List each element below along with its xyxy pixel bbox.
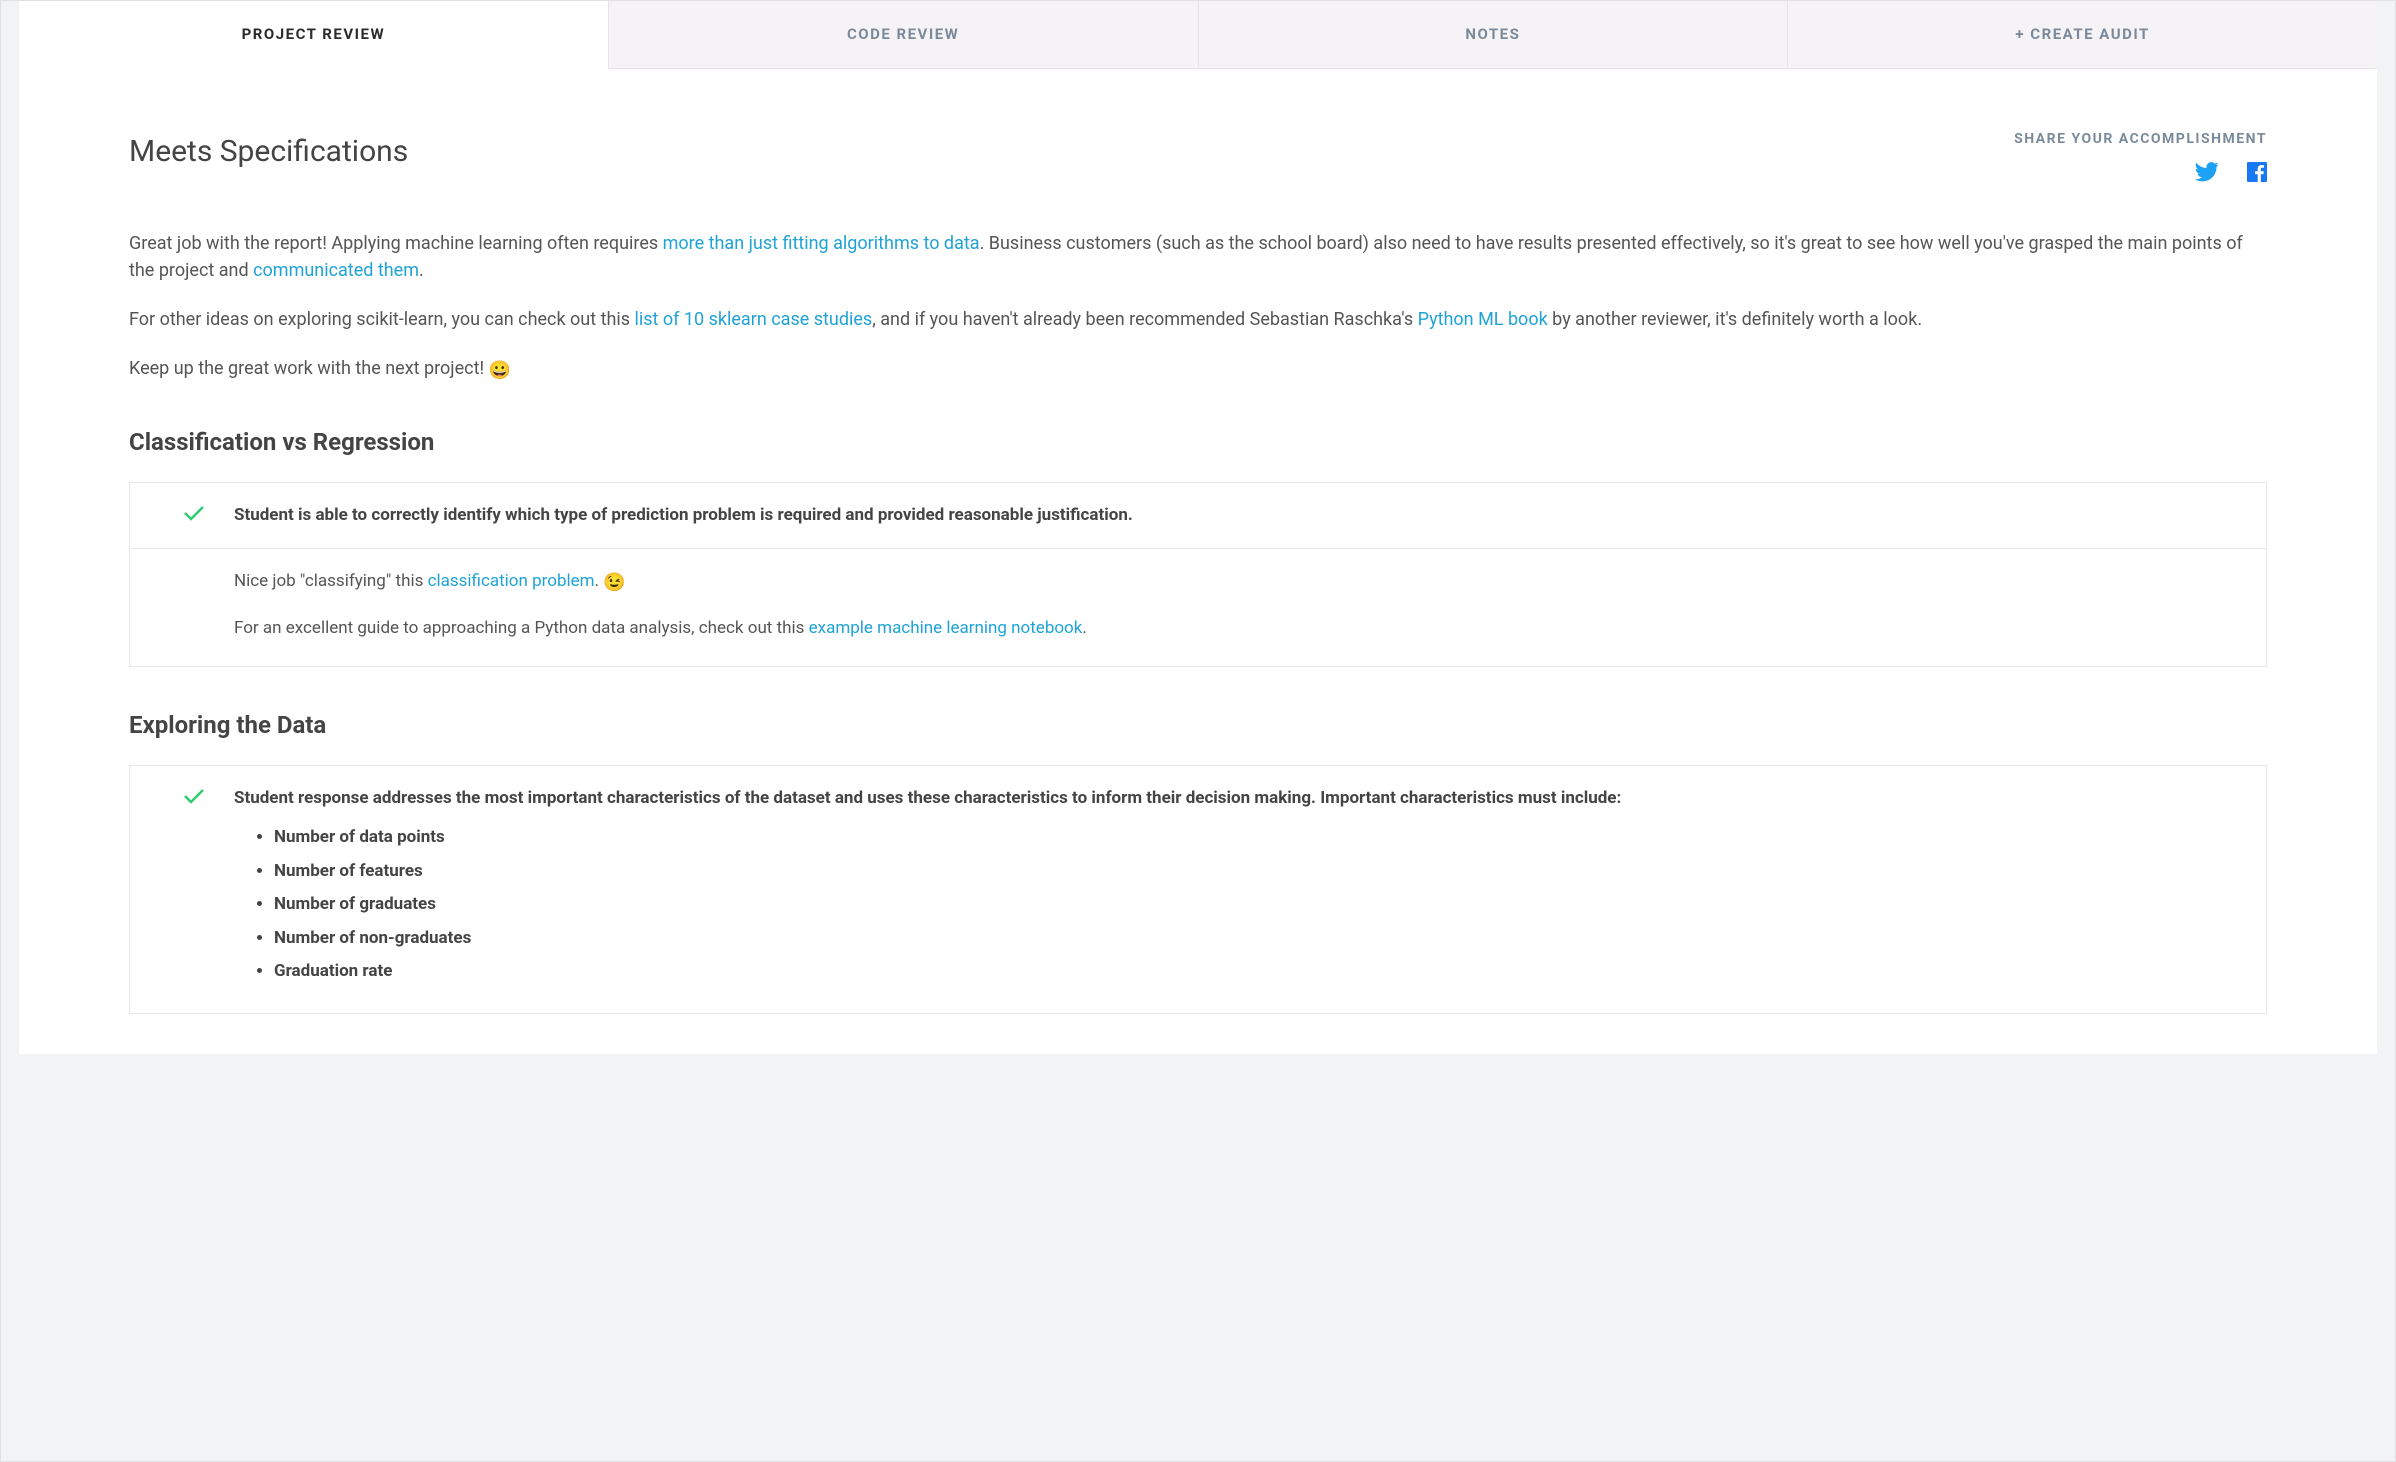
tab-code-review[interactable]: CODE REVIEW bbox=[609, 1, 1199, 68]
share-label: SHARE YOUR ACCOMPLISHMENT bbox=[2014, 129, 2267, 150]
checkmark-icon bbox=[154, 786, 234, 993]
wink-emoji-icon: 😉 bbox=[603, 572, 625, 593]
criteria-body-classification: Nice job "classifying" this classificati… bbox=[130, 549, 2266, 666]
criteria-bullet-list: Number of data points Number of features… bbox=[274, 825, 2242, 985]
tab-create-audit[interactable]: + CREATE AUDIT bbox=[1788, 1, 2377, 68]
link-more-than-fitting[interactable]: more than just fitting algorithms to dat… bbox=[663, 233, 980, 254]
facebook-icon[interactable] bbox=[2247, 162, 2267, 190]
twitter-icon[interactable] bbox=[2195, 162, 2219, 190]
share-box: SHARE YOUR ACCOMPLISHMENT bbox=[2014, 129, 2267, 190]
link-sklearn-case-studies[interactable]: list of 10 sklearn case studies bbox=[635, 309, 873, 330]
link-communicated-them[interactable]: communicated them bbox=[253, 260, 419, 281]
bullet-non-graduates: Number of non-graduates bbox=[274, 926, 2242, 952]
content: Meets Specifications SHARE YOUR ACCOMPLI… bbox=[19, 69, 2377, 1054]
section-heading-exploring: Exploring the Data bbox=[129, 707, 2267, 743]
section-heading-classification: Classification vs Regression bbox=[129, 424, 2267, 460]
criteria-box-classification: Student is able to correctly identify wh… bbox=[129, 482, 2267, 667]
link-classification-problem[interactable]: classification problem bbox=[428, 571, 595, 591]
bullet-features: Number of features bbox=[274, 859, 2242, 885]
page-title: Meets Specifications bbox=[129, 129, 408, 174]
smile-emoji-icon: 😀 bbox=[489, 360, 511, 381]
intro-paragraph-1: Great job with the report! Applying mach… bbox=[129, 230, 2267, 284]
tab-project-review[interactable]: PROJECT REVIEW bbox=[19, 1, 609, 69]
tab-notes[interactable]: NOTES bbox=[1199, 1, 1789, 68]
criteria-text-classification: Student is able to correctly identify wh… bbox=[234, 503, 2242, 529]
intro-text: Great job with the report! Applying mach… bbox=[129, 230, 2267, 384]
criteria-box-exploring: Student response addresses the most impo… bbox=[129, 765, 2267, 1014]
checkmark-icon bbox=[154, 503, 234, 529]
intro-paragraph-2: For other ideas on exploring scikit-lear… bbox=[129, 306, 2267, 333]
link-python-ml-book[interactable]: Python ML book bbox=[1418, 309, 1548, 330]
bullet-graduates: Number of graduates bbox=[274, 892, 2242, 918]
link-example-ml-notebook[interactable]: example machine learning notebook bbox=[809, 618, 1083, 638]
intro-paragraph-3: Keep up the great work with the next pro… bbox=[129, 355, 2267, 384]
tab-bar: PROJECT REVIEW CODE REVIEW NOTES + CREAT… bbox=[19, 1, 2377, 69]
bullet-graduation-rate: Graduation rate bbox=[274, 959, 2242, 985]
criteria-text-exploring: Student response addresses the most impo… bbox=[234, 786, 2242, 993]
bullet-data-points: Number of data points bbox=[274, 825, 2242, 851]
